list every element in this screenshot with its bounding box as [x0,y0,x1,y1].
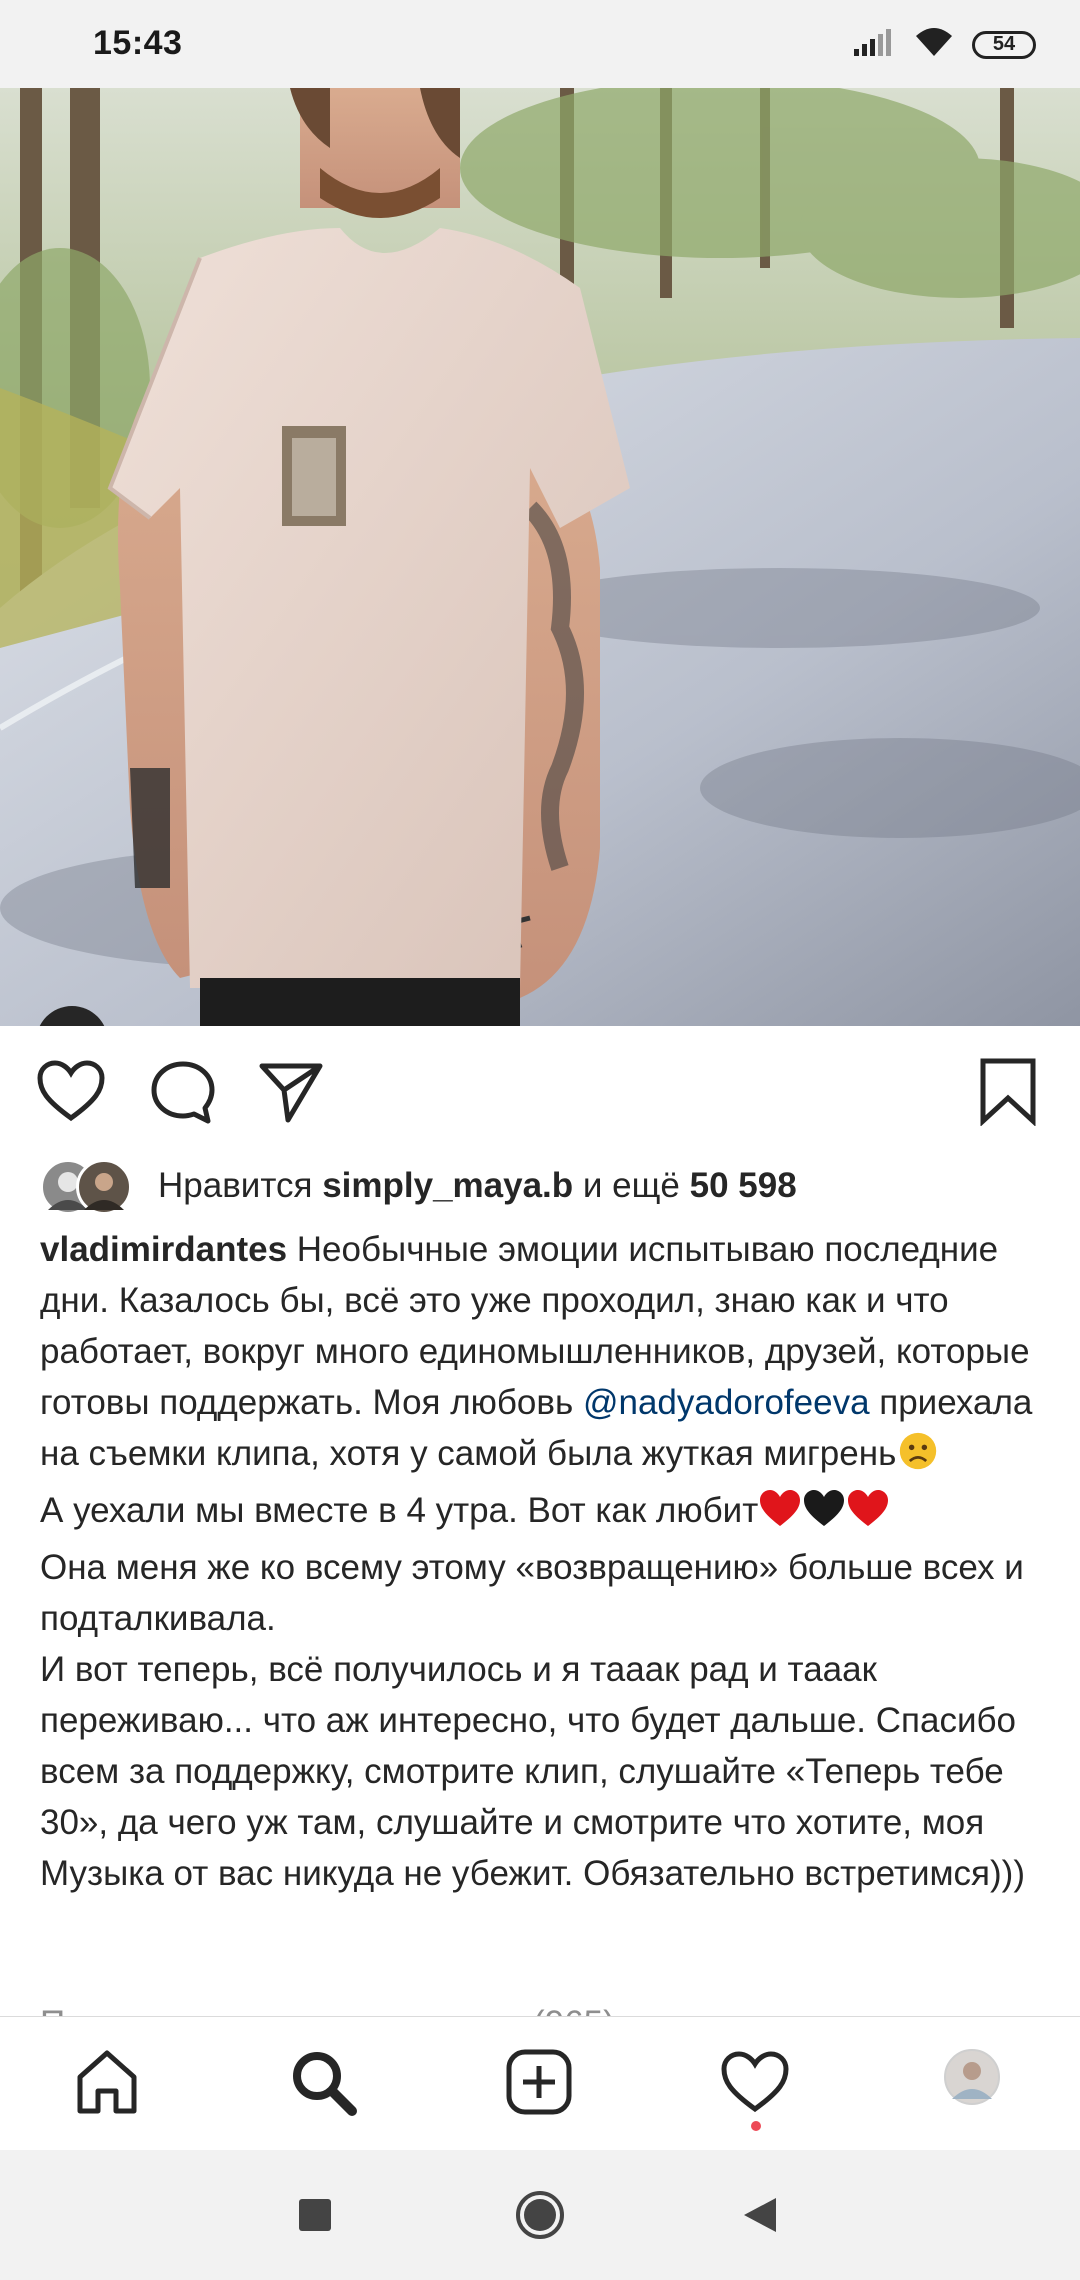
status-time: 15:43 [93,24,183,62]
bookmark-icon[interactable] [978,1056,1038,1131]
home-button[interactable] [515,2190,565,2245]
sad-face-emoji-icon [896,1431,940,1485]
recents-button[interactable] [298,2198,332,2237]
caption-text-3: А уехали мы вместе в 4 утра. Вот как люб… [40,1491,759,1530]
back-button[interactable] [742,2196,778,2239]
search-icon[interactable] [288,2047,358,2122]
red-heart-emoji-icon [758,1488,802,1542]
caption-text-5: И вот теперь, всё получилось и я тааак р… [40,1650,1025,1893]
comment-icon[interactable] [150,1060,216,1131]
caption-text-4: Она меня же ко всему этому «возвращению»… [40,1548,1024,1638]
wifi-icon [914,26,954,63]
status-icons: 54 [852,26,1036,63]
status-bar: 15:43 54 [0,0,1080,88]
profile-avatar[interactable] [944,2049,1000,2110]
likes-row[interactable]: Нравится simply_maya.b и ещё 50 598 [40,1158,797,1215]
signal-icon [852,27,896,62]
red-heart-emoji-icon [846,1488,890,1542]
view-comments-link[interactable]: Посмотреть все комментарии (965) [40,2004,615,2016]
liker-username[interactable]: simply_maya.b [322,1166,573,1205]
activity-heart-icon[interactable] [720,2047,790,2122]
black-heart-emoji-icon [802,1488,846,1542]
add-post-icon[interactable] [504,2047,574,2122]
send-icon[interactable] [258,1060,324,1129]
bottom-navigation [0,2016,1080,2151]
home-icon[interactable] [72,2047,142,2122]
likes-text: Нравится simply_maya.b и ещё 50 598 [158,1166,797,1206]
avatar [76,1159,132,1215]
likes-prefix: Нравится [158,1166,313,1205]
likes-middle: и ещё [582,1166,680,1205]
system-navigation [0,2150,1080,2280]
likers-avatars [40,1159,140,1215]
battery-icon: 54 [972,30,1036,59]
caption-username[interactable]: vladimirdantes [40,1230,287,1269]
post-actions [0,1026,1080,1158]
likes-count[interactable]: 50 598 [690,1166,797,1205]
post-caption: vladimirdantes Необычные эмоции испытыва… [40,1224,1050,1899]
notification-dot [751,2121,761,2131]
heart-outline-icon[interactable] [36,1060,106,1129]
post-photo[interactable] [0,88,1080,1026]
caption-mention[interactable]: @nadyadorofeeva [583,1383,870,1422]
